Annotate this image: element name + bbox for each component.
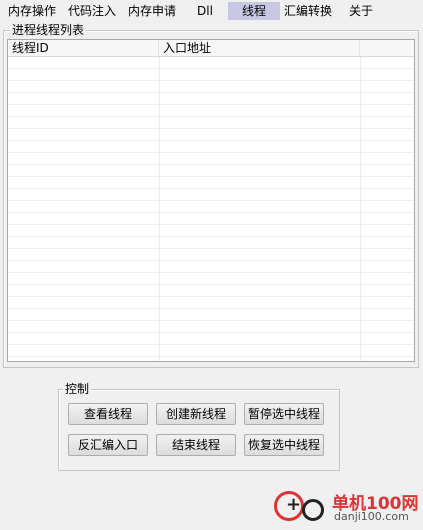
tab-asm-convert[interactable]: 汇编转换 xyxy=(282,2,334,20)
view-threads-button[interactable]: 查看线程 xyxy=(68,403,148,425)
table-row xyxy=(8,165,414,177)
column-divider xyxy=(159,57,160,361)
column-divider xyxy=(360,57,361,361)
table-row xyxy=(8,261,414,273)
table-row xyxy=(8,69,414,81)
control-group: 控制 xyxy=(58,381,340,471)
table-row xyxy=(8,345,414,357)
table-row xyxy=(8,93,414,105)
table-row xyxy=(8,117,414,129)
table-row xyxy=(8,213,414,225)
list-header: 线程ID 入口地址 xyxy=(8,40,414,57)
create-thread-button[interactable]: 创建新线程 xyxy=(156,403,236,425)
table-row xyxy=(8,81,414,93)
control-legend: 控制 xyxy=(63,381,92,397)
table-row xyxy=(8,129,414,141)
column-header-entry-address[interactable]: 入口地址 xyxy=(159,40,360,56)
suspend-selected-thread-button[interactable]: 暂停选中线程 xyxy=(244,403,324,425)
watermark-ring-icon xyxy=(302,499,324,521)
resume-selected-thread-button[interactable]: 恢复选中线程 xyxy=(244,434,324,456)
table-row xyxy=(8,237,414,249)
tab-about[interactable]: 关于 xyxy=(344,2,378,20)
tab-code-injection[interactable]: 代码注入 xyxy=(66,2,118,20)
table-row xyxy=(8,285,414,297)
tab-bar: 内存操作 代码注入 内存申请 Dll 线程 汇编转换 关于 xyxy=(0,0,423,21)
table-row xyxy=(8,57,414,69)
table-row xyxy=(8,189,414,201)
column-header-thread-id[interactable]: 线程ID xyxy=(8,40,159,56)
tab-threads[interactable]: 线程 xyxy=(228,2,280,20)
tab-memory-ops[interactable]: 内存操作 xyxy=(6,2,58,20)
table-row xyxy=(8,225,414,237)
table-row xyxy=(8,153,414,165)
table-row xyxy=(8,297,414,309)
table-row xyxy=(8,273,414,285)
table-row xyxy=(8,105,414,117)
thread-list-legend: 进程线程列表 xyxy=(10,22,87,38)
column-header-filler xyxy=(360,40,414,56)
table-row xyxy=(8,249,414,261)
table-row xyxy=(8,201,414,213)
table-row xyxy=(8,309,414,321)
plus-icon: + xyxy=(286,494,302,515)
watermark: + 单机100网 danji100.com xyxy=(272,487,422,530)
thread-list-view[interactable]: 线程ID 入口地址 xyxy=(7,39,415,362)
table-row xyxy=(8,321,414,333)
table-row xyxy=(8,333,414,345)
tab-memory-alloc[interactable]: 内存申请 xyxy=(126,2,178,20)
list-rows xyxy=(8,57,414,361)
tab-dll[interactable]: Dll xyxy=(190,2,220,20)
end-thread-button[interactable]: 结束线程 xyxy=(156,434,236,456)
disassemble-entry-button[interactable]: 反汇编入口 xyxy=(68,434,148,456)
table-row xyxy=(8,141,414,153)
table-row xyxy=(8,177,414,189)
watermark-url: danji100.com xyxy=(334,510,409,523)
